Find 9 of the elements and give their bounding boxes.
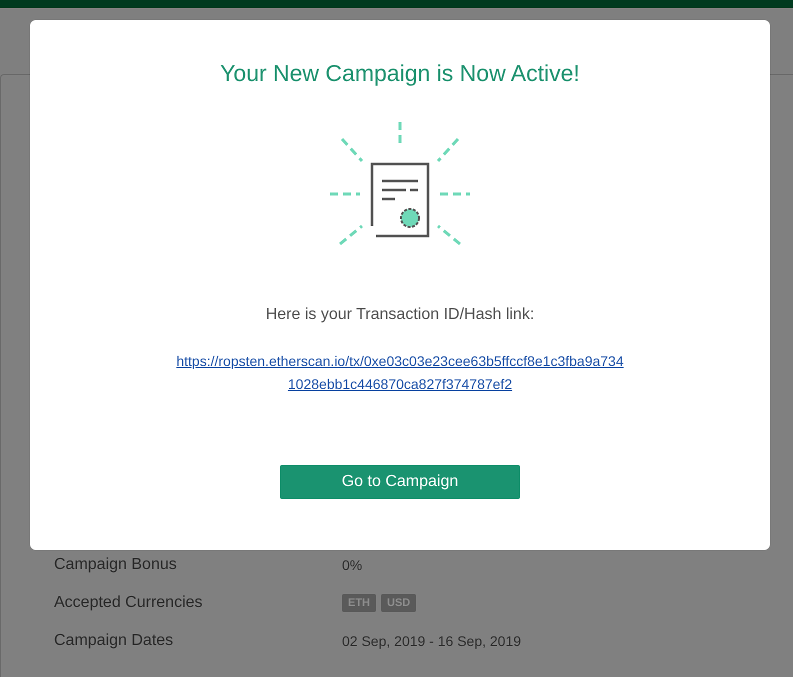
detail-label: Campaign Dates <box>54 632 174 650</box>
dialog-title: Your New Campaign is Now Active! <box>220 60 580 87</box>
go-to-campaign-button[interactable]: Go to Campaign <box>280 465 520 499</box>
detail-value: 0% <box>342 556 362 572</box>
transaction-link[interactable]: https://ropsten.etherscan.io/tx/0xe03c03e23cee63b5ffccf8e1c3fba9a7341028ebb1c446870ca827f374787ef2 <box>175 350 625 396</box>
detail-label: Accepted Currencies <box>54 594 204 612</box>
detail-value: 02 Sep, 2019 - 16 Sep, 2019 <box>342 632 522 648</box>
dialog-message: Here is your Transaction ID/Hash link: <box>266 306 534 324</box>
detail-label: Campaign Bonus <box>54 556 178 574</box>
